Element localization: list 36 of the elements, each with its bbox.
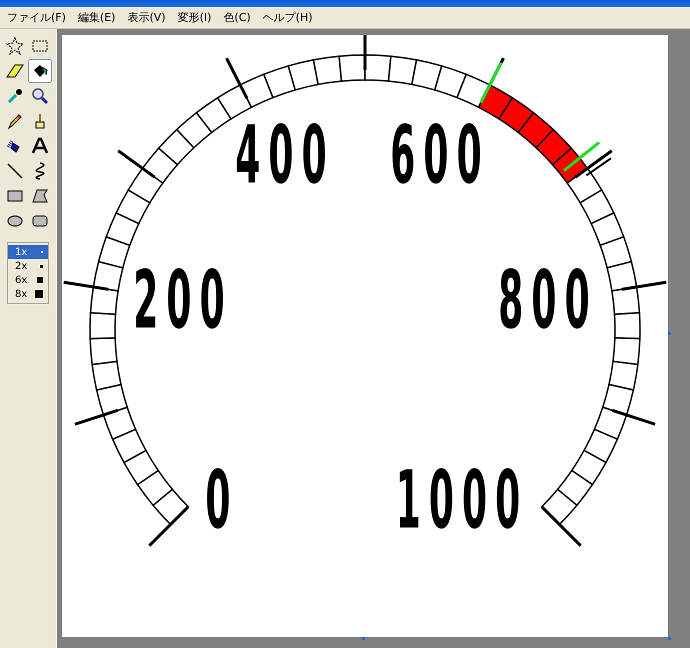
dial-label: 600 (390, 108, 490, 202)
drawing-canvas[interactable]: 400 600 200 800 0 1000 (62, 35, 668, 637)
dial-label: 0 (205, 452, 239, 548)
zoom-option[interactable]: 8x (8, 287, 48, 301)
dial-label: 800 (498, 252, 598, 348)
dial-label: 400 (235, 108, 335, 202)
menu-item[interactable]: ヘルプ(H) (258, 8, 318, 27)
zoom-label: 2x (15, 260, 28, 272)
menu-item[interactable]: ファイル(F) (2, 8, 71, 27)
resize-handle[interactable] (668, 637, 671, 640)
zoom-label: 6x (15, 274, 28, 286)
zoom-label: 8x (15, 288, 28, 300)
eraser-icon (6, 62, 24, 80)
paint-bucket-icon (31, 62, 49, 80)
zoom-option[interactable]: 2x (8, 259, 48, 273)
menu-item[interactable]: 編集(E) (72, 8, 120, 27)
line-icon (6, 162, 24, 180)
menu-item[interactable]: 変形(I) (172, 8, 216, 27)
resize-handle[interactable] (668, 332, 671, 335)
resize-handle[interactable] (362, 637, 365, 640)
polygon-icon (31, 187, 49, 205)
menu-item[interactable]: 色(C) (218, 8, 256, 27)
dial-label: 200 (133, 252, 233, 348)
zoom-label: 1x (15, 246, 28, 258)
zoom-option[interactable]: 6x (8, 273, 48, 287)
pencil-icon (6, 112, 24, 130)
free-select-icon (6, 37, 24, 55)
dot-size-icon (40, 264, 43, 268)
magnifier-icon (31, 87, 49, 105)
eyedropper-icon (6, 87, 24, 105)
zoom-option[interactable]: 1x (8, 245, 48, 259)
menu-item[interactable]: 表示(V) (122, 8, 171, 27)
tool-button[interactable] (28, 59, 52, 83)
dot-size-icon (37, 277, 43, 283)
dial-label: 1000 (396, 452, 528, 548)
text-tool-icon (31, 137, 49, 155)
